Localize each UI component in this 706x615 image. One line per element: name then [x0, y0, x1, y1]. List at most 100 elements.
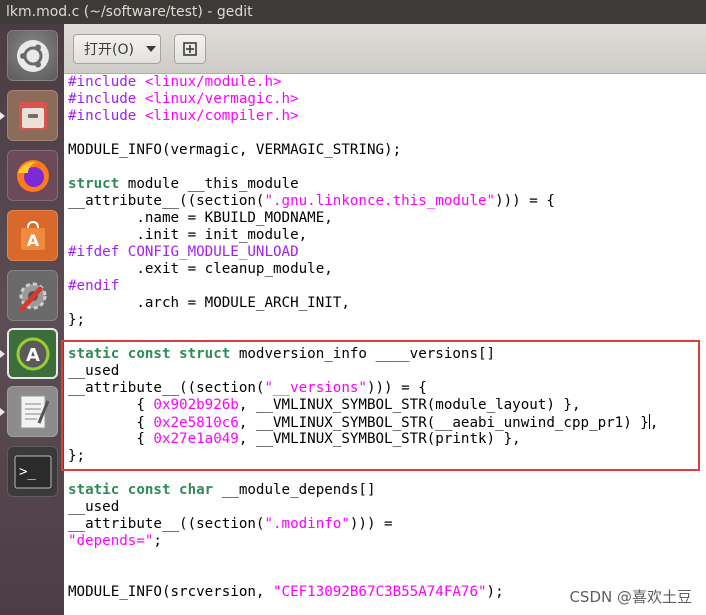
code-token: )))	[495, 193, 521, 209]
code-token: module __this_module	[119, 176, 299, 192]
code-token: =	[375, 516, 393, 532]
code-token: "CEF13092B67C3B55A74FA76"	[273, 584, 487, 600]
launcher-software-updater[interactable]: A	[7, 328, 58, 379]
code-token: {	[68, 431, 154, 447]
code-line: static const char __module_depends[]	[68, 482, 658, 499]
code-line: struct module __this_module	[68, 176, 658, 193]
code-token: = {	[392, 380, 427, 396]
code-token: ;	[153, 533, 162, 549]
ubuntu-logo-icon	[16, 39, 49, 72]
code-line: "depends=";	[68, 533, 658, 550]
code-token: __attribute__((section(	[68, 380, 265, 396]
svg-text:A: A	[26, 345, 40, 366]
code-token: #include	[68, 74, 145, 90]
code-token: {	[68, 397, 154, 413]
code-line: { 0x27e1a049, __VMLINUX_SYMBOL_STR(print…	[68, 431, 658, 448]
code-token: 0x2e5810c6	[153, 415, 239, 431]
code-token: static const struct	[68, 346, 231, 362]
svg-text:A: A	[26, 231, 39, 250]
code-token: __used	[68, 499, 120, 515]
launcher-terminal[interactable]: >_	[7, 446, 58, 497]
code-token: );	[486, 584, 504, 600]
code-token: ".modinfo"	[264, 516, 350, 532]
shopping-bag-icon: A	[20, 220, 45, 250]
code-token: };	[68, 448, 86, 464]
launcher-dash-home[interactable]	[7, 30, 58, 81]
code-token: #endif	[68, 278, 120, 294]
code-token: __used	[68, 363, 120, 379]
window-title: lkm.mod.c (~/software/test) - gedit	[0, 0, 706, 24]
firefox-icon	[16, 159, 49, 192]
code-token: )))	[349, 516, 376, 532]
code-line: .exit = cleanup_module,	[68, 261, 658, 278]
file-cabinet-icon	[18, 101, 47, 130]
open-button-label: 打开(O)	[84, 42, 134, 58]
code-token: __module_depends[]	[213, 482, 376, 498]
updater-icon: A	[16, 337, 49, 370]
code-token: .name = KBUILD_MODNAME,	[68, 210, 333, 226]
code-line: #include <linux/module.h>	[68, 74, 658, 91]
wrench-gear-icon	[19, 282, 46, 311]
terminal-icon: >_	[14, 455, 51, 488]
code-token: MODULE_INFO(srcversion,	[68, 584, 273, 600]
code-token: {	[68, 415, 154, 431]
code-line: #include <linux/vermagic.h>	[68, 91, 658, 108]
code-line: __used	[68, 499, 658, 516]
launcher-firefox[interactable]	[7, 150, 58, 201]
code-token: 0x902b926b	[153, 397, 239, 413]
code-token: modversion_info ____versions[]	[230, 346, 496, 362]
code-token: __attribute__((section(	[68, 193, 265, 209]
chevron-down-icon[interactable]	[145, 46, 156, 52]
code-token: .arch = MODULE_ARCH_INIT,	[68, 295, 350, 311]
code-line: #ifdef CONFIG_MODULE_UNLOAD	[68, 244, 658, 261]
new-document-button[interactable]	[174, 34, 206, 64]
code-token: #ifdef CONFIG_MODULE_UNLOAD	[68, 244, 299, 260]
code-line: };	[68, 312, 658, 329]
code-line: { 0x2e5810c6, __VMLINUX_SYMBOL_STR(__aea…	[68, 414, 658, 431]
code-token: struct	[68, 176, 120, 192]
code-line: #endif	[68, 278, 658, 295]
launcher-files[interactable]	[7, 90, 58, 141]
code-view[interactable]: #include <linux/module.h> #include <linux…	[68, 74, 658, 601]
toolbar: 打开(O)	[64, 24, 706, 74]
code-token: 0x27e1a049	[153, 431, 239, 447]
code-line: __attribute__((section(".modinfo"))) =	[68, 516, 658, 533]
code-line: __attribute__((section("__versions"))) =…	[68, 380, 658, 397]
open-button[interactable]: 打开(O)	[73, 34, 161, 64]
code-token: .init = init_module,	[68, 227, 308, 243]
code-token: static const char	[68, 482, 214, 498]
launcher-system-settings[interactable]	[7, 270, 58, 321]
code-token: , __VMLINUX_SYMBOL_STR(__aeabi_unwind_cp…	[238, 415, 649, 431]
code-line: { 0x902b926b, __VMLINUX_SYMBOL_STR(modul…	[68, 397, 658, 414]
code-token: };	[68, 312, 86, 328]
launcher: A A >_	[0, 24, 64, 615]
text-editor-icon	[20, 395, 49, 428]
code-token: , __VMLINUX_SYMBOL_STR(module_layout) },	[238, 397, 581, 413]
code-token: <linux/vermagic.h>	[144, 91, 299, 107]
code-token: = {	[520, 193, 555, 209]
code-token: MODULE_INFO(vermagic, VERMAGIC_STRING);	[68, 142, 402, 158]
launcher-text-editor[interactable]	[7, 386, 58, 437]
text-editor-area[interactable]: #include <linux/module.h> #include <linux…	[64, 74, 706, 615]
code-line: .init = init_module,	[68, 227, 658, 244]
code-token: <linux/compiler.h>	[144, 108, 299, 124]
code-line: static const struct modversion_info ____…	[68, 346, 658, 363]
code-token: ".gnu.linkonce.this_module"	[264, 193, 496, 209]
code-line: __attribute__((section(".gnu.linkonce.th…	[68, 193, 658, 210]
code-token: .exit = cleanup_module,	[68, 261, 333, 277]
code-token: "__versions"	[264, 380, 367, 396]
code-token: #include	[68, 108, 145, 124]
code-token: ,	[649, 415, 659, 431]
code-token: )))	[366, 380, 393, 396]
code-line: .arch = MODULE_ARCH_INIT,	[68, 295, 658, 312]
code-token: __attribute__((section(	[68, 516, 265, 532]
launcher-software-center[interactable]: A	[7, 210, 58, 261]
svg-text:>_: >_	[19, 464, 36, 480]
code-token: <linux/module.h>	[144, 74, 282, 90]
